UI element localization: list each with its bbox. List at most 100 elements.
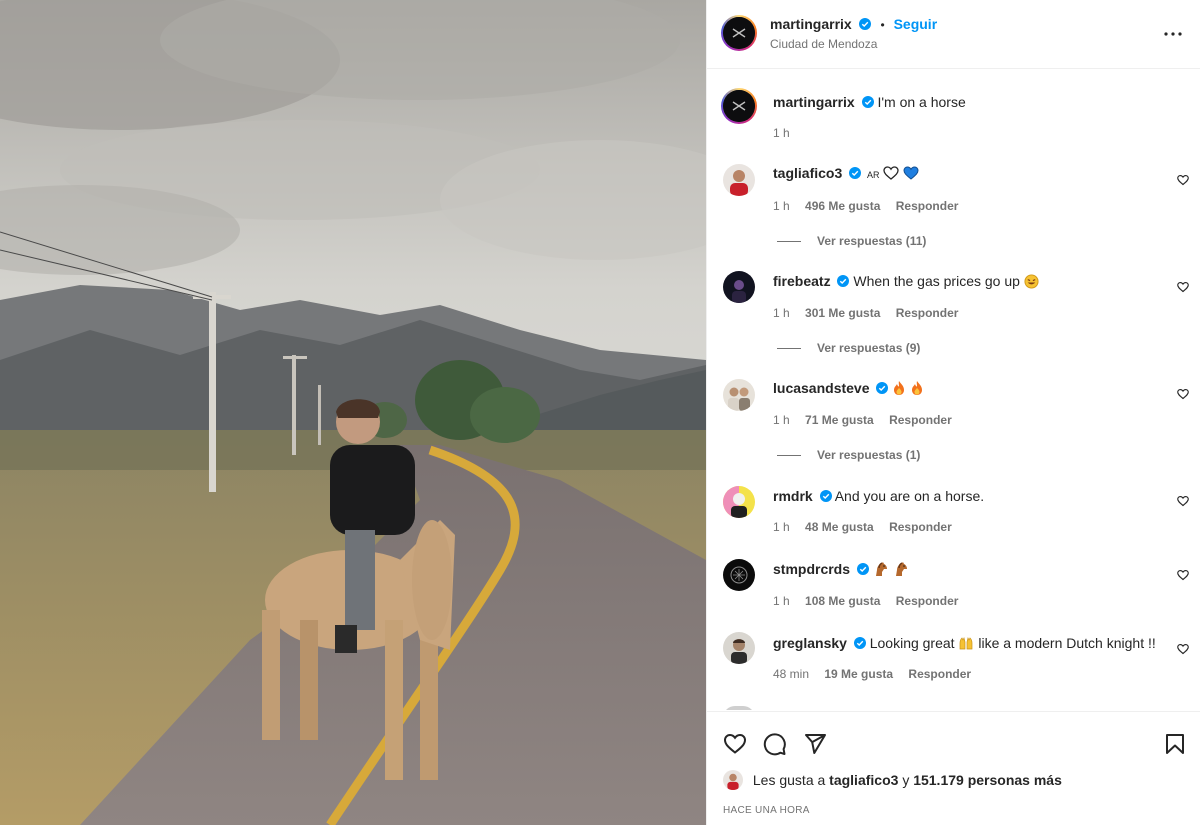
comment-username[interactable]: tagliafico3: [773, 165, 842, 181]
avatar-red-jersey-icon: [723, 770, 743, 790]
verified-badge-icon: [856, 563, 869, 575]
view-replies-label: Ver respuestas (9): [817, 341, 921, 355]
comment-avatar[interactable]: [723, 486, 755, 518]
liked-by-user[interactable]: tagliafico3: [829, 772, 898, 788]
view-replies-label: Ver respuestas (11): [817, 234, 927, 248]
post-side-panel: martingarrix • Seguir Ciudad de Mendoza: [706, 0, 1200, 825]
comment-avatar[interactable]: [723, 632, 755, 664]
stmpd-logo-icon: [723, 17, 755, 49]
verified-badge-icon: [819, 490, 832, 502]
post-timestamp[interactable]: HACE UNA HORA: [723, 805, 810, 816]
reply-button[interactable]: Responder: [889, 520, 952, 534]
comment-like-heart-icon[interactable]: [1177, 495, 1189, 507]
follow-button[interactable]: Seguir: [894, 16, 938, 32]
liked-by-avatar[interactable]: [723, 770, 743, 790]
reply-button[interactable]: Responder: [896, 199, 959, 213]
share-send-icon[interactable]: [803, 732, 827, 756]
caption-username[interactable]: martingarrix: [773, 94, 855, 110]
verified-badge-icon: [849, 167, 862, 179]
reply-button[interactable]: Responder: [889, 413, 952, 427]
post-location[interactable]: Ciudad de Mendoza: [770, 37, 877, 51]
comment-like-heart-icon[interactable]: [1177, 281, 1189, 293]
comment-time[interactable]: 1 h: [773, 199, 790, 213]
post-photo[interactable]: [0, 0, 706, 825]
horse-emoji-icon: [875, 562, 887, 576]
comments-list[interactable]: martingarrix I'm on a horse 1 h tagliafi…: [707, 70, 1200, 710]
comment-avatar[interactable]: [723, 271, 755, 303]
comment-like-heart-icon[interactable]: [1177, 174, 1189, 186]
view-replies-label: Ver respuestas (1): [817, 448, 921, 462]
avatar-black-logo-icon: [723, 559, 755, 591]
verified-badge-icon: [876, 382, 889, 394]
heart-outline-icon: [883, 166, 900, 180]
verified-badge-icon: [861, 96, 874, 108]
comment-likes[interactable]: 48 Me gusta: [805, 520, 874, 534]
comment-time[interactable]: 1 h: [773, 306, 790, 320]
caption-time[interactable]: 1 h: [773, 126, 790, 140]
comment-text: And you are on a horse.: [834, 488, 985, 504]
author-username[interactable]: martingarrix: [770, 16, 852, 32]
comment-username[interactable]: rmdrk: [773, 488, 813, 504]
horse-emoji-icon: [895, 562, 907, 576]
comment-text: When the gas prices go up: [853, 273, 1020, 289]
reply-button[interactable]: Responder: [908, 667, 971, 681]
caption-avatar[interactable]: [721, 88, 757, 124]
separator-dot: •: [880, 18, 885, 32]
comment-time[interactable]: 48 min: [773, 667, 809, 681]
avatar-dark-stage-icon: [723, 271, 755, 303]
comment-text: Looking great: [869, 635, 955, 651]
fire-emoji-icon: [912, 381, 923, 395]
verified-badge-icon: [837, 275, 850, 287]
comment-likes[interactable]: 301 Me gusta: [805, 306, 880, 320]
comment-username[interactable]: lucasandsteve: [773, 380, 870, 396]
comment-like-heart-icon[interactable]: [1177, 569, 1189, 581]
liked-by-count[interactable]: 151.179 personas más: [913, 772, 1062, 788]
reply-button[interactable]: Responder: [896, 306, 959, 320]
view-replies-button[interactable]: Ver respuestas (1): [777, 448, 920, 462]
stmpd-logo-icon: [723, 90, 755, 122]
view-replies-button[interactable]: Ver respuestas (11): [777, 234, 926, 248]
replies-line: [777, 348, 801, 350]
raised-hands-emoji-icon: [960, 636, 973, 650]
comment-time[interactable]: 1 h: [773, 413, 790, 427]
comment-avatar[interactable]: [723, 379, 755, 411]
comment-username[interactable]: greglansky: [773, 635, 847, 651]
comment-time[interactable]: 1 h: [773, 594, 790, 608]
liked-by-prefix: Les gusta a: [752, 772, 826, 788]
comment-likes[interactable]: 71 Me gusta: [805, 413, 874, 427]
avatar-duo-icon: [723, 379, 755, 411]
liked-by-row: Les gusta a tagliafico3 y 151.179 person…: [723, 770, 1062, 790]
comment-likes[interactable]: 19 Me gusta: [824, 667, 893, 681]
more-options-icon[interactable]: [1161, 22, 1185, 46]
verified-badge-icon: [853, 637, 866, 649]
comment-avatar[interactable]: [723, 559, 755, 591]
horse-road-photo: [0, 0, 706, 825]
comment-username[interactable]: firebeatz: [773, 273, 831, 289]
caption-text: I'm on a horse: [877, 94, 966, 110]
replies-line: [777, 241, 801, 243]
reply-button[interactable]: Responder: [896, 594, 959, 608]
comment-avatar[interactable]: [723, 164, 755, 196]
post-actions: Les gusta a tagliafico3 y 151.179 person…: [707, 711, 1200, 825]
save-bookmark-icon[interactable]: [1163, 732, 1187, 756]
comment-like-heart-icon[interactable]: [1177, 643, 1189, 655]
comment-likes[interactable]: 108 Me gusta: [805, 594, 880, 608]
rofl-emoji-icon: [1024, 274, 1039, 289]
comment-likes[interactable]: 496 Me gusta: [805, 199, 880, 213]
view-replies-button[interactable]: Ver respuestas (9): [777, 341, 920, 355]
comment-time[interactable]: 1 h: [773, 520, 790, 534]
post-header: martingarrix • Seguir Ciudad de Mendoza: [707, 0, 1200, 69]
comment-icon[interactable]: [763, 732, 787, 756]
liked-by-connector: y: [902, 772, 910, 788]
next-comment-avatar-partial: [723, 706, 755, 710]
avatar-pink-yellow-icon: [723, 486, 755, 518]
comment-username[interactable]: stmpdrcrds: [773, 561, 850, 577]
verified-badge-icon: [858, 18, 871, 30]
author-avatar[interactable]: [721, 15, 757, 51]
comment-flag-text: AR: [867, 170, 880, 180]
avatar-portrait-icon: [723, 632, 755, 664]
avatar-red-jersey-icon: [723, 164, 755, 196]
like-heart-icon[interactable]: [723, 732, 747, 756]
comment-like-heart-icon[interactable]: [1177, 388, 1189, 400]
blue-heart-icon: [903, 166, 919, 180]
